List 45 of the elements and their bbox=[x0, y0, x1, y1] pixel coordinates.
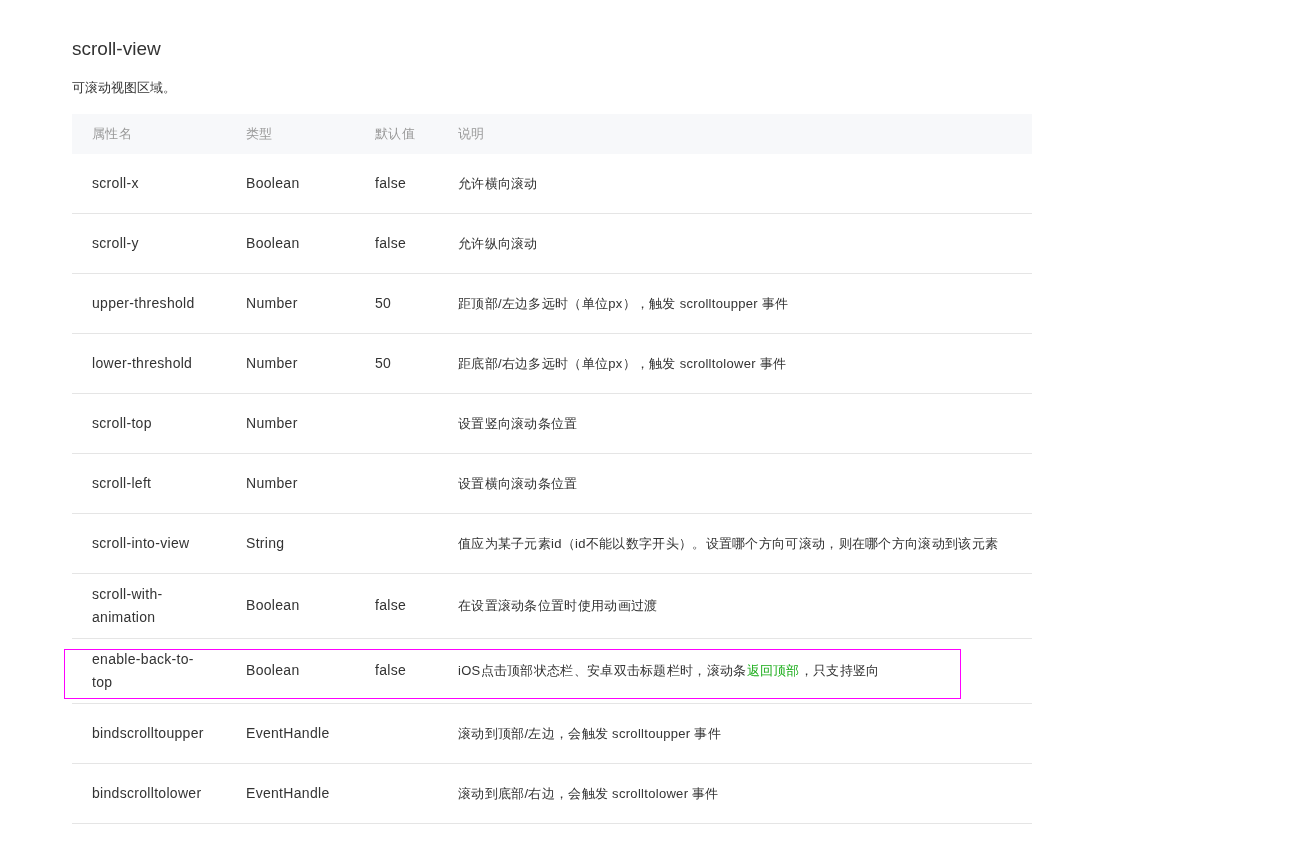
section-title: scroll-view bbox=[72, 37, 161, 61]
property-name: scroll-with-animation bbox=[92, 585, 163, 625]
default-value: 50 bbox=[375, 354, 392, 371]
description-text: 值应为某子元素id（id不能以数字开头）。设置哪个方向可滚动，则在哪个方向滚动到该元素 bbox=[458, 535, 999, 551]
property-name: scroll-top bbox=[92, 414, 152, 431]
description-text: 设置竖向滚动条位置 bbox=[458, 415, 578, 431]
property-name: bindscrolltolower bbox=[92, 784, 202, 801]
property-name: enable-back-to-top bbox=[92, 650, 194, 690]
property-name: bindscrolltoupper bbox=[92, 724, 204, 741]
description-text: 允许纵向滚动 bbox=[458, 235, 538, 251]
type-cell: Number bbox=[246, 294, 298, 311]
type-cell: String bbox=[246, 534, 285, 551]
default-value: false bbox=[375, 662, 407, 678]
description-text: 允许横向滚动 bbox=[458, 175, 538, 191]
property-name: scroll-x bbox=[92, 174, 139, 191]
description-text: 距顶部/左边多远时（单位px），触发 scrolltoupper 事件 bbox=[458, 295, 789, 311]
property-name: upper-threshold bbox=[92, 294, 195, 311]
description-text: 滚动到底部/右边，会触发 scrolltolower 事件 bbox=[458, 785, 719, 801]
column-header: 属性名 bbox=[92, 125, 132, 141]
property-name: scroll-into-view bbox=[92, 534, 190, 551]
property-name: scroll-left bbox=[92, 474, 152, 491]
type-cell: Boolean bbox=[246, 234, 300, 251]
type-cell: Number bbox=[246, 414, 298, 431]
property-name: lower-threshold bbox=[92, 354, 193, 371]
description-text: 滚动到顶部/左边，会触发 scrolltoupper 事件 bbox=[458, 725, 721, 741]
default-value: 50 bbox=[375, 294, 392, 311]
description-text: 设置横向滚动条位置 bbox=[458, 475, 578, 491]
type-cell: Boolean bbox=[246, 662, 300, 678]
default-value: false bbox=[375, 597, 407, 613]
column-header: 类型 bbox=[246, 125, 273, 141]
property-name: scroll-y bbox=[92, 234, 139, 251]
column-header: 说明 bbox=[458, 125, 485, 141]
type-cell: Boolean bbox=[246, 597, 300, 613]
description-text: 在设置滚动条位置时使用动画过渡 bbox=[458, 598, 658, 613]
default-value: false bbox=[375, 174, 407, 191]
column-header: 默认值 bbox=[375, 125, 415, 141]
intro-text: 可滚动视图区域。 bbox=[72, 79, 176, 97]
default-value: false bbox=[375, 234, 407, 251]
type-cell: Number bbox=[246, 354, 298, 371]
type-cell: EventHandle bbox=[246, 784, 330, 801]
description-text: iOS点击顶部状态栏、安卓双击标题栏时，滚动条返回顶部，只支持竖向 bbox=[458, 663, 880, 678]
type-cell: EventHandle bbox=[246, 724, 330, 741]
type-cell: Boolean bbox=[246, 174, 300, 191]
description-text: 距底部/右边多远时（单位px），触发 scrolltolower 事件 bbox=[458, 355, 787, 371]
type-cell: Number bbox=[246, 474, 298, 491]
